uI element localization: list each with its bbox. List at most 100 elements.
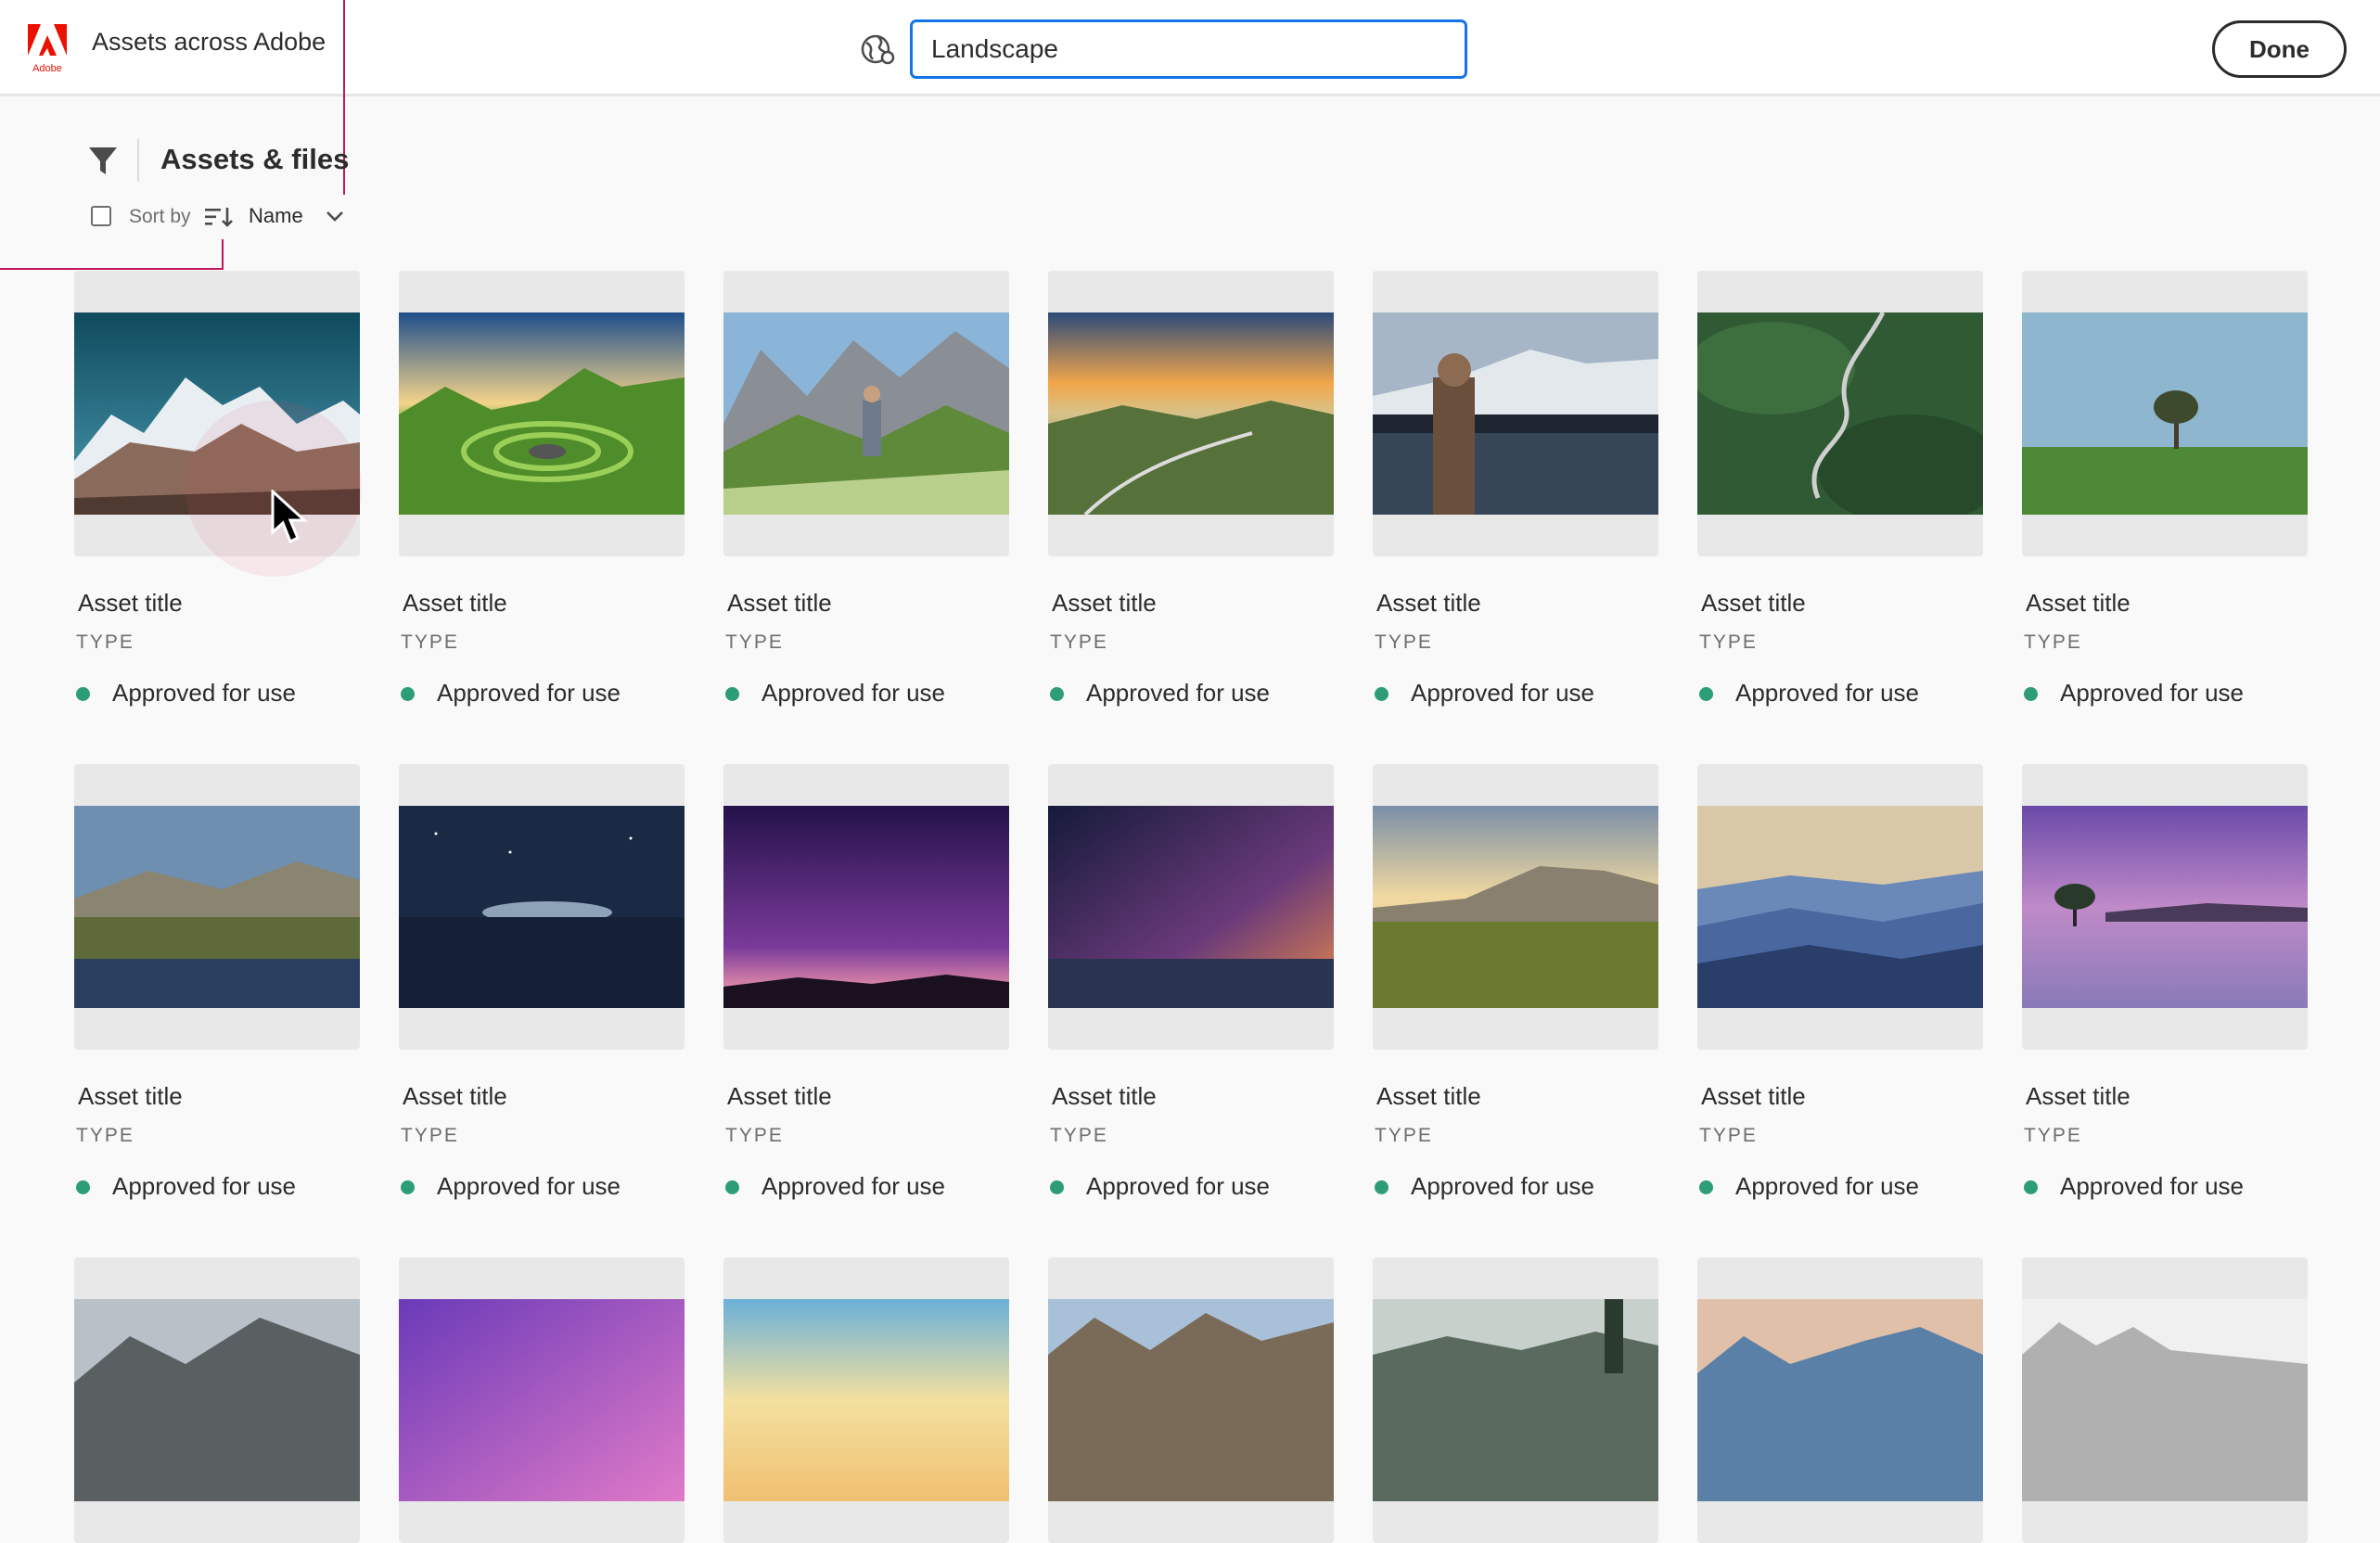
asset-title: Asset title (1376, 1082, 1481, 1110)
asset-status: Approved for use (2060, 679, 2245, 707)
svg-text:Adobe: Adobe (32, 63, 62, 74)
asset-type: TYPE (2024, 1125, 2082, 1146)
asset-thumbnail-frame (1373, 271, 1658, 556)
asset-thumbnail-frame (74, 1257, 360, 1543)
asset-title: Asset title (2026, 589, 2130, 617)
guide-line-horizontal (0, 268, 224, 270)
asset-thumbnail (399, 1299, 685, 1501)
asset-thumbnail-frame (399, 271, 685, 556)
asset-status: Approved for use (2060, 1172, 2245, 1200)
asset-type: TYPE (1699, 631, 1758, 653)
mouse-cursor-icon (271, 490, 308, 544)
asset-thumbnail-frame (1697, 271, 1983, 556)
asset-thumbnail-frame (1373, 764, 1658, 1050)
asset-thumbnail (399, 806, 685, 1008)
status-dot (725, 687, 739, 701)
asset-status: Approved for use (1735, 1172, 1920, 1200)
asset-type: TYPE (725, 631, 784, 653)
app-title: Assets across Adobe (92, 28, 326, 56)
asset-thumbnail (723, 1299, 1009, 1501)
asset-title: Asset title (1052, 1082, 1157, 1110)
asset-type: TYPE (401, 1125, 459, 1146)
asset-type: TYPE (1050, 1125, 1108, 1146)
asset-title: Asset title (403, 1082, 507, 1110)
asset-status: Approved for use (437, 1172, 621, 1200)
click-halo (186, 401, 362, 577)
asset-title: Asset title (78, 589, 183, 617)
asset-type: TYPE (1699, 1125, 1758, 1146)
asset-thumbnail-frame (2022, 271, 2308, 556)
asset-title: Asset title (2026, 1082, 2130, 1110)
asset-thumbnail (1697, 312, 1983, 515)
asset-thumbnail (723, 806, 1009, 1008)
asset-title: Asset title (1701, 1082, 1806, 1110)
adobe-logo[interactable]: Adobe (28, 24, 67, 74)
sort-by-label: Sort by (129, 206, 191, 227)
asset-thumbnail-frame (399, 764, 685, 1050)
filter-icon[interactable] (87, 145, 119, 176)
asset-type: TYPE (1375, 1125, 1433, 1146)
status-dot (1050, 1180, 1064, 1194)
adobe-logo-icon: Adobe (28, 24, 67, 74)
asset-thumbnail-frame (1697, 1257, 1983, 1543)
asset-type: TYPE (2024, 631, 2082, 653)
asset-thumbnail (2022, 806, 2308, 1008)
asset-thumbnail-frame (1048, 764, 1334, 1050)
status-dot (2024, 1180, 2038, 1194)
asset-thumbnail (1373, 312, 1658, 515)
chevron-down-icon[interactable] (326, 209, 344, 223)
asset-thumbnail (74, 806, 360, 1008)
globe-icon[interactable] (860, 32, 895, 67)
status-dot (725, 1180, 739, 1194)
select-all-checkbox[interactable] (91, 206, 111, 226)
status-dot (1699, 1180, 1713, 1194)
asset-status: Approved for use (1735, 679, 1920, 707)
status-dot (401, 1180, 415, 1194)
asset-thumbnail (399, 312, 685, 515)
asset-thumbnail (1697, 1299, 1983, 1501)
asset-thumbnail (1373, 806, 1658, 1008)
asset-status: Approved for use (1086, 679, 1271, 707)
status-dot (76, 687, 90, 701)
asset-title: Asset title (1701, 589, 1806, 617)
status-dot (1375, 1180, 1388, 1194)
section-title: Assets & files (160, 143, 350, 175)
asset-thumbnail-frame (74, 764, 360, 1050)
asset-thumbnail (1048, 806, 1334, 1008)
search-input[interactable] (910, 19, 1467, 79)
asset-thumbnail-frame (1373, 1257, 1658, 1543)
asset-type: TYPE (725, 1125, 784, 1146)
status-dot (1050, 687, 1064, 701)
asset-thumbnail (1048, 1299, 1334, 1501)
asset-thumbnail (1373, 1299, 1658, 1501)
status-dot (1375, 687, 1388, 701)
top-bar: Adobe Assets across Adobe Done (0, 0, 2380, 96)
asset-thumbnail-frame (723, 271, 1009, 556)
asset-thumbnail-frame (399, 1257, 685, 1543)
asset-type: TYPE (76, 1125, 134, 1146)
asset-thumbnail-frame (1048, 271, 1334, 556)
asset-status: Approved for use (761, 1172, 946, 1200)
asset-status: Approved for use (112, 679, 297, 707)
status-dot (76, 1180, 90, 1194)
asset-thumbnail (74, 1299, 360, 1501)
asset-thumbnail-frame (723, 764, 1009, 1050)
done-button[interactable]: Done (2212, 20, 2347, 78)
guide-line-vertical-short (222, 239, 224, 270)
sort-order-icon[interactable] (204, 206, 234, 228)
asset-thumbnail (1048, 312, 1334, 515)
asset-thumbnail (2022, 1299, 2308, 1501)
asset-type: TYPE (1050, 631, 1108, 653)
asset-status: Approved for use (761, 679, 946, 707)
asset-title: Asset title (727, 589, 832, 617)
asset-thumbnail-frame (1697, 764, 1983, 1050)
asset-type: TYPE (401, 631, 459, 653)
asset-title: Asset title (1376, 589, 1481, 617)
asset-title: Asset title (78, 1082, 183, 1110)
asset-status: Approved for use (112, 1172, 297, 1200)
sort-value[interactable]: Name (249, 204, 303, 228)
asset-status: Approved for use (1411, 679, 1595, 707)
status-dot (1699, 687, 1713, 701)
asset-thumbnail (723, 312, 1009, 515)
status-dot (2024, 687, 2038, 701)
